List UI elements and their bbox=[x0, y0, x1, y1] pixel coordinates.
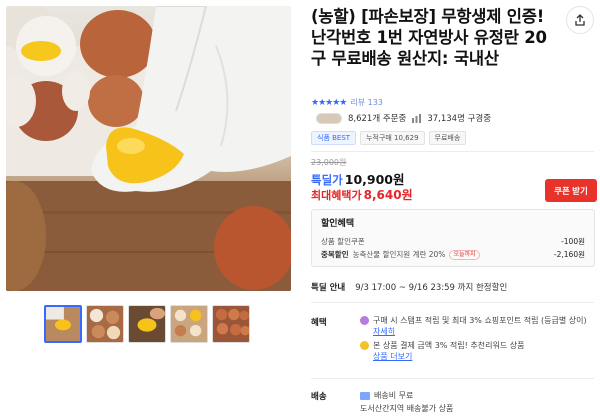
shipping-info: 배송비 무료 도서산간지역 배송불가 상품 bbox=[360, 389, 453, 415]
discount-label: 상품 할인쿠폰 bbox=[321, 237, 365, 246]
coupon-discount-line: 상품 할인쿠폰 bbox=[321, 236, 365, 247]
review-count-link[interactable]: 리뷰 133 bbox=[350, 97, 383, 108]
benefit-item: 본 상품 결제 금액 3% 적립! 추천리워드 상품 상품 더보기 bbox=[360, 340, 596, 362]
special-deal-row: 특딜 안내 9/3 17:00 ~ 9/16 23:59 까지 한정할인 bbox=[311, 281, 507, 293]
thumbnail-4[interactable] bbox=[170, 305, 208, 343]
orders-count: 8,621개 주문중 bbox=[348, 114, 407, 124]
today-only-tag: 오늘까지 bbox=[449, 249, 480, 260]
benefit-text: 구매 시 스탬프 적립 및 최대 3% 쇼핑포인트 적립 (등급별 상이) bbox=[373, 316, 587, 325]
divider bbox=[311, 378, 594, 379]
rating-row: ★★★★★ 리뷰 133 bbox=[311, 97, 383, 108]
benefits-list: 구매 시 스탬프 적립 및 최대 3% 쇼핑포인트 적립 (등급별 상이) 자세… bbox=[360, 315, 596, 365]
share-button[interactable] bbox=[566, 6, 594, 34]
product-info: (농할) [파손보장] 무항생제 인증! 난각번호 1번 자연방사 유정란 20… bbox=[311, 6, 596, 69]
truck-icon bbox=[360, 391, 370, 400]
duplicate-discount-line: 중복할인 농축산물 할인지원 계란 20% 오늘까지 bbox=[321, 249, 480, 260]
stamp-icon bbox=[360, 316, 369, 325]
divider bbox=[311, 151, 594, 152]
thumbnail-5[interactable] bbox=[212, 305, 250, 343]
buyer-avatars bbox=[316, 112, 342, 124]
discount-box: 할인혜택 상품 할인쿠폰 -100원 중복할인 농축산물 할인지원 계란 20%… bbox=[311, 209, 595, 267]
get-coupon-button[interactable]: 쿠폰 받기 bbox=[545, 179, 597, 202]
thumbnail-3[interactable] bbox=[128, 305, 166, 343]
thumbnail-strip bbox=[44, 305, 250, 343]
max-benefit-label: 최대혜택가 bbox=[311, 189, 362, 202]
special-deal-text: 9/3 17:00 ~ 9/16 23:59 까지 한정할인 bbox=[355, 283, 508, 293]
original-price: 23,000원 bbox=[311, 158, 347, 167]
special-deal-label: 특딜 안내 bbox=[311, 283, 346, 293]
discount-desc: 농축산물 할인지원 계란 20% bbox=[352, 250, 446, 259]
more-products-link[interactable]: 상품 더보기 bbox=[373, 352, 412, 361]
max-benefit-row: 최대혜택가 8,640원 bbox=[311, 186, 413, 203]
stats-row: 8,621개 주문중 37,134명 구경중 bbox=[316, 112, 491, 124]
egg-yolk-photo bbox=[6, 6, 291, 291]
discount-label: 중복할인 bbox=[321, 250, 349, 259]
share-icon bbox=[575, 14, 585, 26]
discount-title: 할인혜택 bbox=[321, 219, 355, 229]
product-title: (농할) [파손보장] 무항생제 인증! 난각번호 1번 자연방사 유정란 20… bbox=[311, 7, 547, 68]
benefit-item: 구매 시 스탬프 적립 및 최대 3% 쇼핑포인트 적립 (등급별 상이) 자세… bbox=[360, 315, 596, 337]
divider bbox=[311, 302, 594, 303]
bar-chart-icon bbox=[412, 113, 422, 123]
thumbnail-2[interactable] bbox=[86, 305, 124, 343]
viewers-count: 37,134명 구경중 bbox=[427, 114, 492, 124]
details-link[interactable]: 자세히 bbox=[373, 327, 395, 336]
thumbnail-1[interactable] bbox=[44, 305, 82, 343]
rating-stars: ★★★★★ bbox=[311, 97, 347, 108]
benefits-label: 혜택 bbox=[311, 318, 327, 328]
main-product-image bbox=[6, 6, 291, 291]
badges-row: 식품 BEST 누적구매 10,629 무료배송 bbox=[311, 131, 467, 145]
free-shipping-badge: 무료배송 bbox=[428, 131, 467, 145]
shipping-note: 도서산간지역 배송불가 상품 bbox=[360, 404, 454, 413]
food-best-badge[interactable]: 식품 BEST bbox=[311, 131, 357, 145]
shipping-label: 배송 bbox=[311, 392, 327, 402]
cumulative-purchase-badge: 누적구매 10,629 bbox=[360, 131, 425, 145]
shipping-fee: 배송비 무료 bbox=[374, 391, 414, 400]
max-benefit-price: 8,640원 bbox=[363, 188, 413, 202]
duplicate-discount-amount: -2,160원 bbox=[553, 250, 585, 259]
coin-icon bbox=[360, 341, 369, 350]
shipping-fee-row: 배송비 무료 bbox=[360, 389, 453, 402]
coupon-discount-amount: -100원 bbox=[561, 237, 585, 246]
benefit-text: 본 상품 결제 금액 3% 적립! 추천리워드 상품 bbox=[373, 341, 525, 350]
